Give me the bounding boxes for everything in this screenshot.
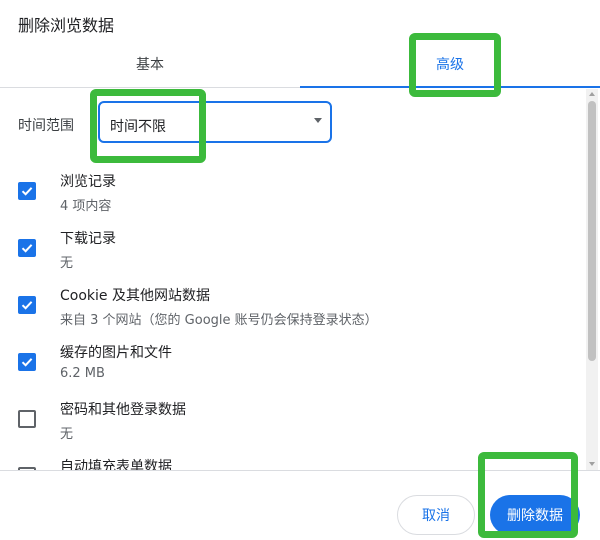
cancel-button[interactable]: 取消 — [397, 495, 475, 535]
item-subtitle: 无 — [60, 256, 74, 271]
delete-data-button[interactable]: 删除数据 — [490, 495, 580, 535]
dialog-footer: 取消 删除数据 — [0, 470, 600, 540]
time-range-select[interactable]: 时间不限 — [98, 101, 332, 143]
checkbox-browsing-history[interactable] — [18, 182, 36, 200]
scrollbar[interactable] — [586, 89, 598, 470]
checkbox-cookies[interactable] — [18, 296, 36, 314]
item-subtitle: 4 项内容 — [60, 199, 112, 214]
list-item-passwords[interactable]: 密码和其他登录数据 无 — [0, 397, 585, 453]
item-title: 缓存的图片和文件 — [60, 345, 172, 361]
checkmark-icon — [21, 187, 33, 196]
time-range-value: 时间不限 — [110, 119, 166, 135]
item-title: 密码和其他登录数据 — [60, 402, 186, 418]
item-title: Cookie 及其他网站数据 — [60, 288, 210, 304]
item-subtitle: 无 — [60, 427, 74, 442]
list-item-cached-files[interactable]: 缓存的图片和文件 6.2 MB — [0, 340, 585, 396]
item-title: 浏览记录 — [60, 174, 116, 190]
item-subtitle: 6.2 MB — [60, 366, 105, 381]
time-range-label: 时间范围 — [18, 118, 74, 134]
checkbox-cached-files[interactable] — [18, 353, 36, 371]
tab-advanced[interactable]: 高级 — [300, 40, 600, 88]
checkbox-download-history[interactable] — [18, 239, 36, 257]
list-item-cookies[interactable]: Cookie 及其他网站数据 来自 3 个网站（您的 Google 账号仍会保持… — [0, 283, 585, 339]
scrollbar-thumb[interactable] — [588, 101, 596, 361]
settings-list: 时间范围 时间不限 浏览记录 4 项内容 下载记录 无 Cookie 及其他网站… — [0, 89, 600, 470]
item-subtitle: 来自 3 个网站（您的 Google 账号仍会保持登录状态） — [60, 313, 378, 328]
list-item-download-history[interactable]: 下载记录 无 — [0, 226, 585, 282]
scroll-down-arrow-icon[interactable] — [589, 462, 595, 466]
checkbox-passwords[interactable] — [18, 410, 36, 428]
scroll-up-arrow-icon[interactable] — [589, 92, 595, 96]
list-item-autofill[interactable]: 自动填充表单数据 — [0, 454, 585, 470]
checkmark-icon — [21, 301, 33, 310]
checkmark-icon — [21, 244, 33, 253]
dialog-title: 删除浏览数据 — [18, 16, 115, 35]
dropdown-arrow-icon — [314, 118, 322, 123]
tab-indicator — [300, 86, 600, 88]
checkmark-icon — [21, 358, 33, 367]
item-title: 下载记录 — [60, 231, 116, 247]
list-item-browsing-history[interactable]: 浏览记录 4 项内容 — [0, 169, 585, 225]
item-title: 自动填充表单数据 — [60, 459, 172, 470]
tab-basic[interactable]: 基本 — [0, 40, 300, 88]
tab-bar: 基本 高级 — [0, 40, 600, 88]
